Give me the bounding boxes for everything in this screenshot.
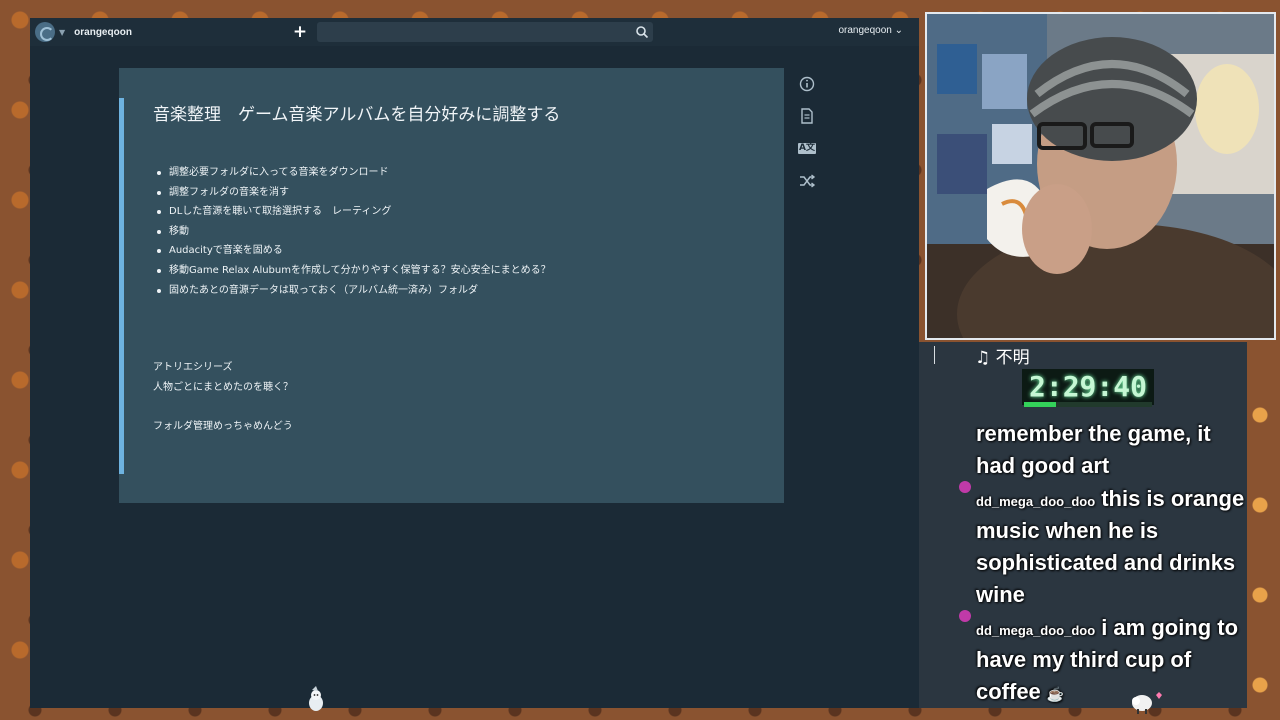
chat-line: dd_mega_doo_doo i am going to xyxy=(976,615,1238,641)
note-paragraph[interactable]: 人物ごとにまとめたのを聴く？ xyxy=(153,378,293,393)
list-item[interactable]: DLした音源を聴いて取捨選択する レーティング xyxy=(157,202,551,222)
chat-user-badge-icon xyxy=(959,481,971,493)
chat-line: coffee ☕ xyxy=(976,679,1064,705)
list-item[interactable]: 移動 xyxy=(157,222,551,242)
webcam-feed xyxy=(925,12,1276,340)
top-bar: ▼ orangeqoon + orangeqoon ⌄ xyxy=(30,18,919,46)
note-title[interactable]: 音楽整理 ゲーム音楽アルバムを自分好みに調整する xyxy=(153,100,560,125)
note-accent-bar xyxy=(119,98,124,474)
timer-progress-fill xyxy=(1024,402,1056,407)
text-cursor xyxy=(934,346,935,364)
document-icon[interactable] xyxy=(798,107,816,125)
webcam-image xyxy=(927,14,1274,338)
search-input[interactable] xyxy=(317,22,653,42)
list-item[interactable]: Audacityで音楽を固める xyxy=(157,241,551,261)
user-menu[interactable]: orangeqoon ⌄ xyxy=(838,25,903,36)
list-item[interactable]: 移動Game Relax Alubumを作成して分かりやすく保管する？安心安全に… xyxy=(157,261,551,281)
note-card[interactable]: 音楽整理 ゲーム音楽アルバムを自分好みに調整する 調整必要フォルダに入ってる音楽… xyxy=(119,68,784,503)
chat-line: music when he is xyxy=(976,518,1159,543)
chat-username: dd_mega_doo_doo xyxy=(976,623,1096,638)
note-bullet-list: 調整必要フォルダに入ってる音楽をダウンロード 調整フォルダの音楽を消す DLした… xyxy=(157,163,551,300)
note-paragraph[interactable]: アトリエシリーズ xyxy=(153,358,233,373)
chat-line: sophisticated and drinks xyxy=(976,550,1236,575)
info-icon[interactable] xyxy=(798,75,816,93)
add-note-button[interactable]: + xyxy=(292,24,308,41)
chat-message: this is orange xyxy=(1101,486,1245,511)
chevron-down-icon: ▼ xyxy=(59,27,66,37)
chat-line: have my third cup of xyxy=(976,647,1192,672)
chat-message: i am going to xyxy=(1101,615,1239,640)
chat-message: coffee xyxy=(976,679,1041,704)
sheep-emote-icon xyxy=(1132,692,1162,714)
chat-line: wine xyxy=(976,582,1025,607)
list-item[interactable]: 固めたあとの音源データは取っておく（アルバム統一済み）フォルダ xyxy=(157,281,551,301)
chat-user-badge-icon xyxy=(959,610,971,622)
chat-line: dd_mega_doo_doo this is orange xyxy=(976,486,1244,512)
chat-username: dd_mega_doo_doo xyxy=(976,494,1096,509)
chat-line: had good art xyxy=(976,453,1110,478)
note-paragraph[interactable]: フォルダ管理めっちゃめんどう xyxy=(153,417,293,432)
notes-app-window: ▼ orangeqoon + orangeqoon ⌄ 音楽整理 ゲーム音楽アル… xyxy=(30,18,919,708)
stream-timer: 2:29:40 xyxy=(1022,369,1154,405)
shuffle-icon[interactable] xyxy=(798,172,816,190)
app-logo-icon xyxy=(35,22,55,42)
list-item[interactable]: 調整必要フォルダに入ってる音楽をダウンロード xyxy=(157,163,551,183)
coffee-emote-icon: ☕ xyxy=(1046,686,1065,702)
timer-progress-track xyxy=(1024,402,1152,407)
search-icon[interactable] xyxy=(635,25,649,39)
now-playing-song: ♫ 不明 xyxy=(975,348,1030,368)
chat-line: remember the game, it xyxy=(976,421,1211,446)
workspace-name: orangeqoon xyxy=(74,26,132,38)
workspace-switcher[interactable]: ▼ xyxy=(35,22,65,42)
mascot-sprite xyxy=(309,686,323,711)
list-item[interactable]: 調整フォルダの音楽を消す xyxy=(157,183,551,203)
translate-icon[interactable]: A文 xyxy=(798,143,816,154)
